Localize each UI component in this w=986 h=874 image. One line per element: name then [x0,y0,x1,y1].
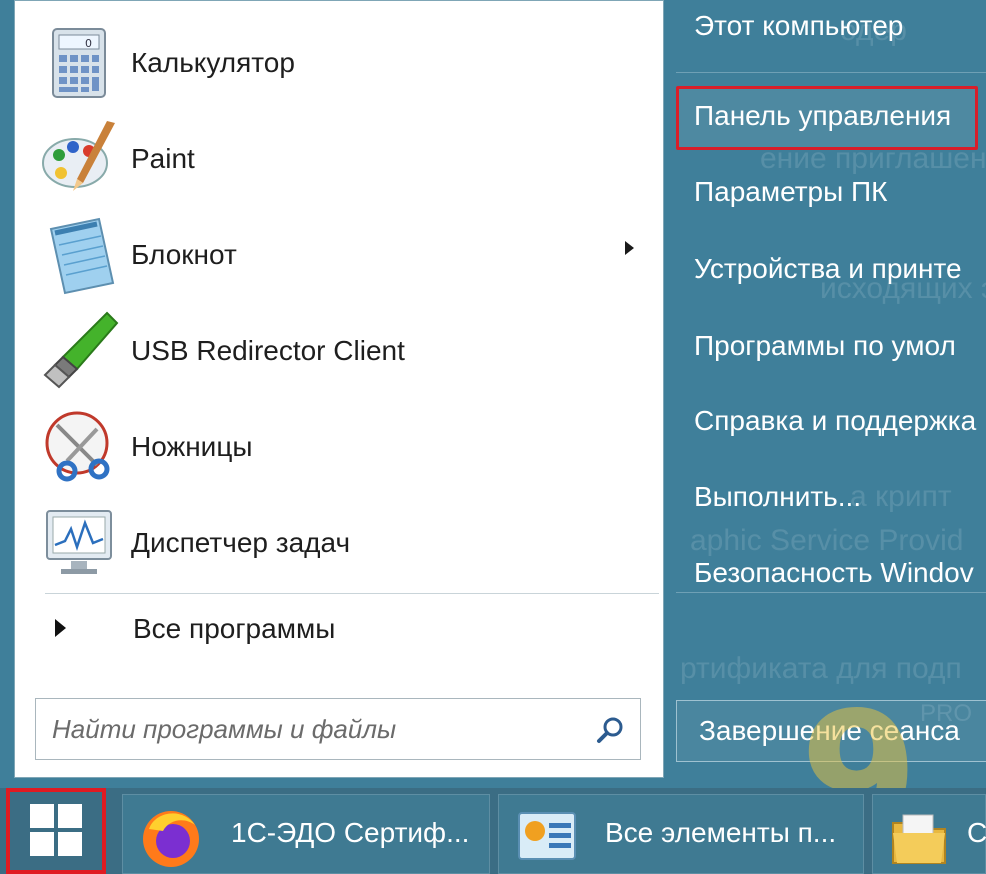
search-input[interactable] [52,709,572,749]
start-menu-left-pane: 0 Калькулятор Paint Блокнот USB Redirect… [14,0,664,778]
background-ghost-text: aphic Service Provid [690,524,964,557]
submenu-arrow-icon[interactable] [625,241,634,255]
right-divider [676,72,986,73]
search-icon[interactable] [596,715,626,745]
app-label: Блокнот [131,239,237,270]
left-divider [45,593,659,594]
svg-text:0: 0 [85,37,92,50]
taskbar-item-label: Все элементы п... [605,817,837,848]
firefox-icon [139,805,203,869]
app-label: Диспетчер задач [131,527,351,558]
usb-plug-icon [37,309,121,393]
notepad-icon [37,213,121,297]
app-label: Калькулятор [131,47,295,78]
taskbar: 1С-ЭДО Сертиф... Все элементы п... С [0,788,986,874]
folder-icon [887,805,951,869]
taskbar-item-control-panel[interactable]: Все элементы п... [498,794,864,874]
taskbar-item-label: С [967,817,986,848]
right-divider [676,592,986,593]
windows-logo-icon [30,804,82,856]
right-item-control-panel[interactable]: Панель управления [694,100,951,132]
taskbar-item-firefox[interactable]: 1С-ЭДО Сертиф... [122,794,490,874]
right-item-pc-settings[interactable]: Параметры ПК [694,176,887,208]
start-button[interactable] [6,788,106,874]
right-item-windows-security[interactable]: Безопасность Windov [694,557,974,589]
app-item-paint[interactable]: Paint [27,111,657,207]
control-panel-icon [515,805,579,869]
scissors-icon [37,405,121,489]
search-box[interactable] [35,698,641,760]
right-item-help-support[interactable]: Справка и поддержка [694,405,976,437]
triangle-right-icon [55,619,66,637]
all-programs-button[interactable]: Все программы [35,601,655,657]
all-programs-label: Все программы [133,613,336,644]
app-item-task-manager[interactable]: Диспетчер задач [27,495,657,591]
right-item-default-programs[interactable]: Программы по умол [694,330,956,362]
app-label: Paint [131,143,195,174]
app-item-usb-redirector[interactable]: USB Redirector Client [27,303,657,399]
task-manager-icon [37,501,121,585]
calculator-icon: 0 [37,21,121,105]
app-item-calculator[interactable]: 0 Калькулятор [27,15,657,111]
app-item-snipping-tool[interactable]: Ножницы [27,399,657,495]
right-item-devices-printers[interactable]: Устройства и принте [694,253,962,285]
taskbar-item-label: 1С-ЭДО Сертиф... [231,817,470,848]
app-label: Ножницы [131,431,253,462]
app-item-notepad[interactable]: Блокнот [27,207,657,303]
right-item-run[interactable]: Выполнить... [694,481,861,513]
paint-palette-icon [37,117,121,201]
app-label: USB Redirector Client [131,335,405,366]
taskbar-item-explorer[interactable]: С [872,794,986,874]
background-ghost-text: а крипт [850,480,952,513]
right-item-this-pc[interactable]: Этот компьютер [694,10,903,42]
